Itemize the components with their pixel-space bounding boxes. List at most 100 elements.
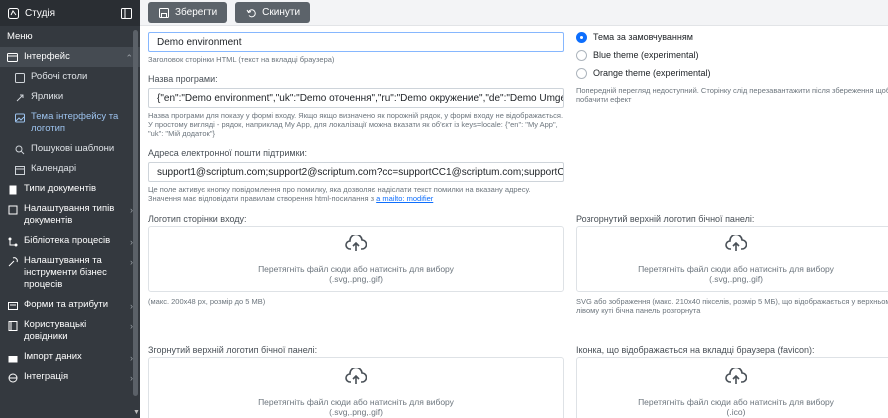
dropzone-formats: (.svg,.png,.gif)	[329, 273, 383, 284]
expanded-logo-dropzone[interactable]: Перетягніть файл сюди або натисніть для …	[576, 226, 888, 292]
sidebar-item-label: Налаштування та інструменти бізнес проце…	[24, 255, 107, 290]
support-email-hint-text: Значення має відповідати правилам створе…	[148, 194, 375, 203]
chevron-up-icon: ⌃	[125, 52, 133, 63]
sidebar-item-user-dictionaries[interactable]: Користувацькі довідники ›	[0, 315, 140, 347]
sidebar-item-shortcuts[interactable]: Ярлики	[0, 87, 140, 107]
sidebar-item-label: Імпорт даних	[24, 351, 82, 362]
collapsed-logo-dropzone[interactable]: Перетягніть файл сюди або натисніть для …	[148, 357, 564, 418]
settings-doc-icon	[7, 204, 18, 215]
scroll-down-icon[interactable]: ▼	[133, 409, 140, 416]
toolbar: Зберегти Скинути	[140, 0, 888, 26]
calendar-icon	[14, 164, 25, 175]
save-label: Зберегти	[175, 7, 218, 18]
dropzone-formats: (.svg,.png,.gif)	[709, 273, 763, 284]
collapse-sidebar-icon[interactable]	[121, 8, 132, 19]
radio-unchecked[interactable]	[576, 49, 587, 61]
theme-option-label: Blue theme (experimental)	[593, 50, 699, 60]
dropzone-instruction: Перетягніть файл сюди або натисніть для …	[258, 263, 454, 274]
sidebar-item-label: Тема інтерфейсу та логотип	[31, 111, 119, 134]
dropzone-text: Перетягніть файл сюди або натисніть для …	[258, 264, 454, 284]
login-logo-label: Логотип сторінки входу:	[148, 214, 247, 224]
mailto-link[interactable]: а mailto: modifier	[376, 194, 433, 203]
sidebar-header: Студія	[0, 0, 140, 26]
theme-option-label: Тема за замовчуванням	[593, 32, 693, 42]
import-icon	[7, 352, 18, 363]
sidebar-item-calendars[interactable]: Календарі	[0, 159, 140, 179]
support-email-input[interactable]: support1@scriptum.com;support2@scriptum.…	[148, 162, 564, 182]
sidebar-item-search-templates[interactable]: Пошукові шаблони	[0, 139, 140, 159]
sidebar-item-forms-attributes[interactable]: Форми та атрибути ›	[0, 295, 140, 315]
radio-unchecked[interactable]	[576, 67, 587, 79]
sidebar-item-label: Робочі столи	[31, 71, 88, 82]
sidebar: Студія Меню Інтерфейс ⌃ Робочі столи Ярл…	[0, 0, 140, 418]
sidebar-item-process-library[interactable]: Бібліотека процесів ›	[0, 231, 140, 251]
theme-preview-hint: Попередній перегляд недоступний. Сторінк…	[576, 86, 888, 104]
favicon-label: Іконка, що відображається на вкладці бра…	[576, 345, 815, 355]
cloud-upload-icon	[345, 233, 368, 258]
sidebar-item-data-import[interactable]: Імпорт даних ›	[0, 347, 140, 367]
theme-option-blue[interactable]: Blue theme (experimental)	[576, 46, 888, 64]
collapsed-logo-label: Згорнутий верхній логотип бічної панелі:	[148, 345, 318, 355]
studio-label: Студія	[25, 7, 56, 19]
undo-icon	[245, 8, 256, 19]
image-icon	[14, 112, 25, 123]
book-icon	[7, 320, 18, 331]
sidebar-item-label: Типи документів	[24, 183, 97, 194]
dropzone-text: Перетягніть файл сюди або натисніть для …	[638, 264, 834, 284]
theme-option-default[interactable]: Тема за замовчуванням	[576, 28, 888, 46]
theme-option-label: Orange theme (experimental)	[593, 68, 711, 78]
dropzone-text: Перетягніть файл сюди або натисніть для …	[638, 397, 834, 417]
tools-icon	[7, 256, 18, 267]
dropzone-formats: (.ico)	[726, 406, 746, 417]
link-icon	[14, 92, 25, 103]
dropzone-instruction: Перетягніть файл сюди або натисніть для …	[638, 263, 834, 274]
expanded-logo-hint: SVG або зображення (макс. 210x40 пікселі…	[576, 297, 888, 315]
sidebar-item-document-type-settings[interactable]: Налаштування типів документів ›	[0, 199, 140, 231]
sidebar-item-label: Ярлики	[31, 91, 64, 102]
radio-checked[interactable]	[576, 31, 587, 43]
app-name-hint: Назва програми для показу у формі входу.…	[148, 111, 564, 138]
sidebar-item-label: Форми та атрибути	[24, 299, 109, 310]
sidebar-item-bp-settings[interactable]: Налаштування та інструменти бізнес проце…	[0, 251, 140, 295]
document-icon	[7, 184, 18, 195]
sidebar-item-workspaces[interactable]: Робочі столи	[0, 67, 140, 87]
sidebar-group-interface[interactable]: Інтерфейс ⌃	[0, 47, 140, 67]
sidebar-item-label: Календарі	[31, 163, 77, 174]
dropzone-instruction: Перетягніть файл сюди або натисніть для …	[638, 396, 834, 407]
dropzone-text: Перетягніть файл сюди або натисніть для …	[258, 397, 454, 417]
favicon-dropzone[interactable]: Перетягніть файл сюди або натисніть для …	[576, 357, 888, 418]
form-icon	[7, 300, 18, 311]
dropzone-formats: (.svg,.png,.gif)	[329, 406, 383, 417]
main-content: Demo environment Заголовок сторінки HTML…	[140, 26, 888, 418]
login-logo-dropzone[interactable]: Перетягніть файл сюди або натисніть для …	[148, 226, 564, 292]
save-icon	[158, 8, 169, 19]
save-button[interactable]: Зберегти	[148, 2, 228, 23]
sidebar-item-document-types[interactable]: Типи документів	[0, 179, 140, 199]
integration-icon	[7, 372, 18, 383]
sidebar-item-theme-logo[interactable]: Тема інтерфейсу та логотип	[0, 107, 140, 139]
page-title-input[interactable]: Demo environment	[148, 32, 564, 52]
expanded-logo-label: Розгорнутий верхній логотип бічної панел…	[576, 214, 755, 224]
page-title-hint: Заголовок сторінки HTML (текст на вкладц…	[148, 55, 335, 64]
sidebar-item-label: Інтеграція	[24, 371, 69, 382]
sidebar-item-label: Налаштування типів документів	[24, 203, 115, 226]
app-name-input[interactable]: {"en":"Demo environment","uk":"Demo оточ…	[148, 88, 564, 108]
cloud-upload-icon	[345, 366, 368, 391]
sidebar-item-integration[interactable]: Інтеграція ›	[0, 367, 140, 387]
theme-option-orange[interactable]: Orange theme (experimental)	[576, 64, 888, 82]
reset-label: Скинути	[262, 7, 301, 18]
login-logo-hint: (макс. 200x48 px, розмір до 5 МВ)	[148, 297, 266, 306]
sidebar-scrollbar[interactable]	[133, 30, 138, 396]
sidebar-item-label: Користувацькі довідники	[24, 319, 87, 342]
app-name-label: Назва програми:	[148, 74, 218, 84]
sidebar-group-label: Інтерфейс	[24, 51, 70, 62]
cloud-upload-icon	[725, 366, 748, 391]
support-email-label: Адреса електронної пошти підтримки:	[148, 148, 308, 158]
desktop-icon	[14, 72, 25, 83]
support-email-hint: Це поле активує кнопку повідомлення про …	[148, 185, 564, 203]
sidebar-item-label: Пошукові шаблони	[31, 143, 115, 154]
menu-label: Меню	[7, 31, 33, 42]
studio-icon	[8, 8, 19, 19]
interface-icon	[7, 52, 18, 63]
reset-button[interactable]: Скинути	[235, 2, 311, 23]
